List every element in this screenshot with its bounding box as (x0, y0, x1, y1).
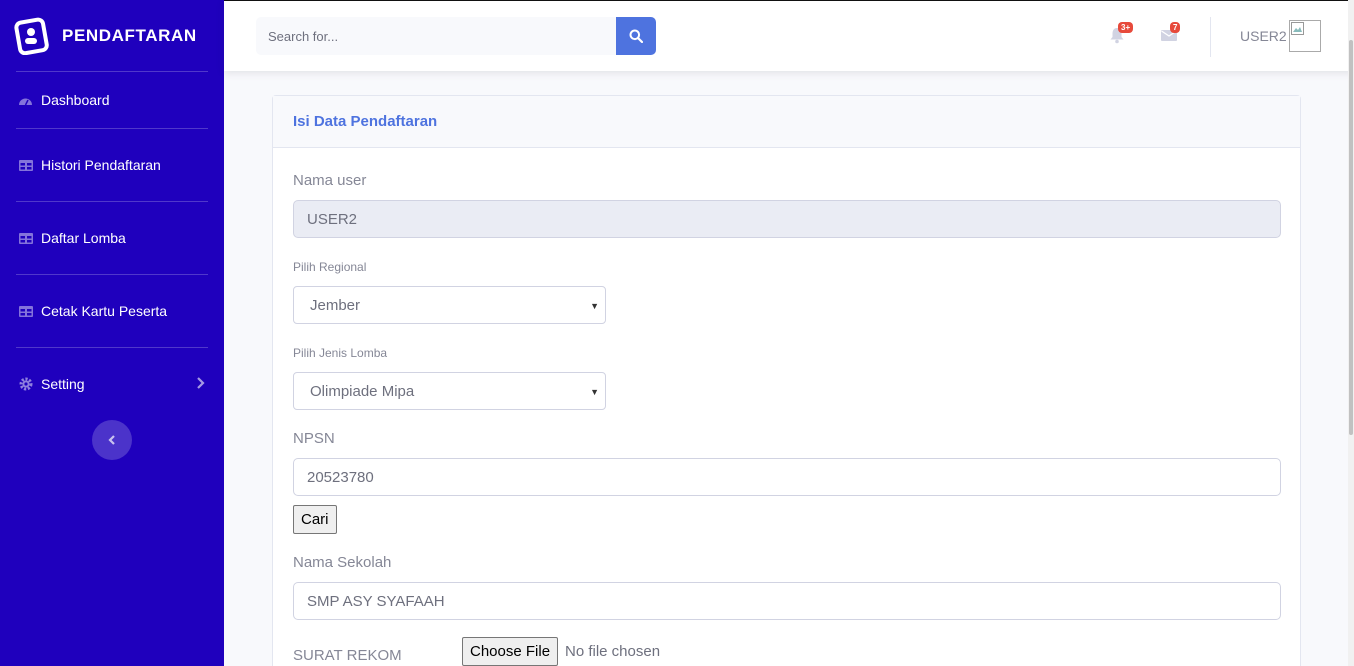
scrollbar-thumb[interactable] (1349, 40, 1353, 435)
messages-dropdown[interactable]: 7 (1160, 22, 1182, 48)
chevron-left-icon (108, 435, 115, 445)
sidebar-item-setting[interactable]: Setting (0, 348, 224, 420)
sekolah-field[interactable]: SMP ASY SYAFAAH (293, 582, 1281, 620)
jenis-lomba-value: Olimpiade Mipa (310, 382, 415, 400)
card-header: Isi Data Pendaftaran (273, 96, 1300, 148)
regional-label: Pilih Regional (293, 260, 367, 274)
npsn-value: 20523780 (307, 468, 374, 486)
table-icon (18, 158, 33, 173)
npsn-label: NPSN (293, 430, 335, 447)
regional-value: Jember (310, 296, 361, 314)
brand-name: PENDAFTARAN (62, 25, 197, 45)
sidebar-item-cetak-kartu[interactable]: Cetak Kartu Peserta (0, 275, 224, 347)
topbar: 3+ 7 USER2 (224, 0, 1354, 71)
sidebar-item-dashboard[interactable]: Dashboard (0, 72, 224, 128)
tachometer-icon (18, 93, 33, 108)
search-form (256, 17, 656, 55)
brand-id-card-icon (14, 17, 49, 55)
sidebar-item-daftar-lomba[interactable]: Daftar Lomba (0, 202, 224, 274)
table-icon (18, 304, 33, 319)
nama-user-label: Nama user (293, 172, 367, 189)
sidebar-item-label: Histori Pendaftaran (41, 157, 161, 173)
cog-icon (18, 377, 33, 392)
chevron-right-icon (197, 377, 205, 389)
regional-select[interactable]: Jember ▼ (293, 286, 606, 324)
sekolah-label: Nama Sekolah (293, 554, 392, 571)
sidebar-item-label: Dashboard (41, 92, 110, 108)
brand[interactable]: PENDAFTARAN (0, 0, 224, 71)
surat-rekom-label: SURAT REKOM (293, 647, 402, 664)
sidebar-item-label: Cetak Kartu Peserta (41, 303, 168, 319)
card-title: Isi Data Pendaftaran (293, 113, 438, 130)
sidebar-item-label: Setting (41, 376, 85, 392)
user-name[interactable]: USER2 (1240, 28, 1287, 44)
search-input[interactable] (256, 17, 616, 55)
messages-badge: 7 (1170, 22, 1181, 33)
file-status: No file chosen (565, 643, 661, 660)
sidebar-item-histori[interactable]: Histori Pendaftaran (0, 129, 224, 201)
search-button[interactable] (616, 17, 656, 55)
table-icon (18, 231, 33, 246)
avatar[interactable] (1289, 20, 1321, 52)
broken-image-icon (1291, 22, 1304, 35)
cari-button[interactable]: Cari (293, 505, 337, 534)
sekolah-value: SMP ASY SYAFAAH (307, 592, 445, 610)
sidebar: PENDAFTARAN Dashboard Histori Pendaftara… (0, 0, 224, 666)
alerts-dropdown[interactable]: 3+ (1108, 22, 1134, 48)
jenis-lomba-label: Pilih Jenis Lomba (293, 346, 388, 360)
jenis-lomba-select[interactable]: Olimpiade Mipa ▼ (293, 372, 606, 410)
npsn-field[interactable]: 20523780 (293, 458, 1281, 496)
topbar-divider (1210, 17, 1211, 57)
registration-card: Isi Data Pendaftaran Nama user USER2 Pil… (272, 95, 1301, 666)
sidebar-item-label: Daftar Lomba (41, 230, 126, 246)
nama-user-value: USER2 (307, 210, 358, 228)
scrollbar[interactable] (1348, 0, 1354, 666)
caret-down-icon: ▼ (590, 387, 599, 397)
search-icon (629, 29, 643, 43)
choose-file-button[interactable]: Choose File (462, 637, 559, 666)
nama-user-field: USER2 (293, 200, 1281, 238)
caret-down-icon: ▼ (590, 301, 599, 311)
sidebar-toggle-button[interactable] (92, 420, 132, 460)
alerts-badge: 3+ (1118, 22, 1134, 33)
